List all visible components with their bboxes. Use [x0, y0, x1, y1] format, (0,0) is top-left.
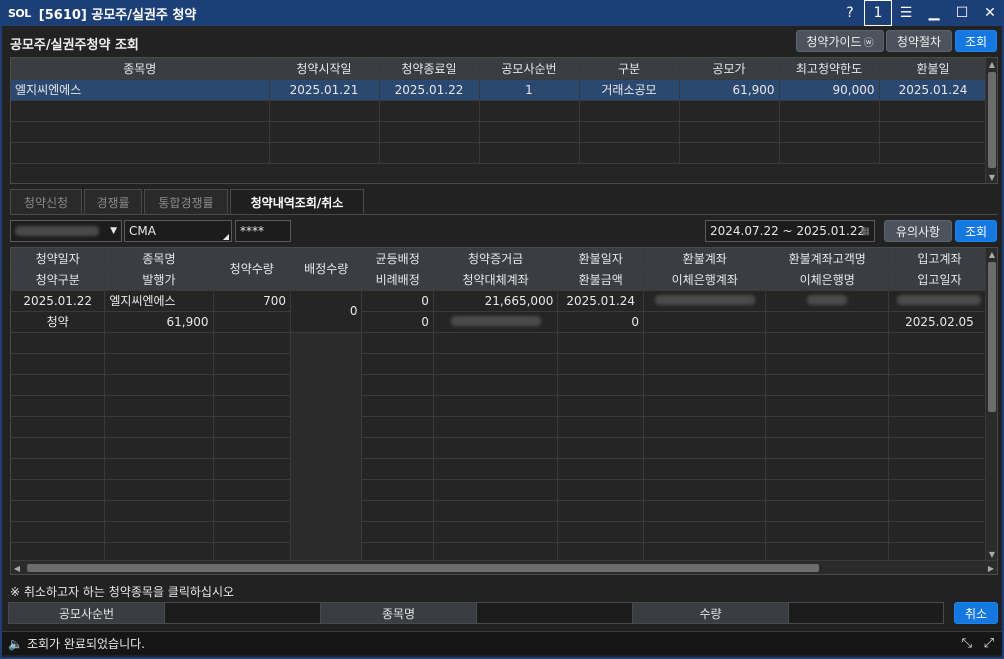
screen-one-icon: 1	[864, 0, 892, 26]
status-bar: 🔈 조회가 완료되었습니다. ⤡ ⤢	[2, 631, 1002, 655]
subscription-guide-button[interactable]: 청약가이드 ⓦ	[796, 30, 884, 52]
window-title: [5610] 공모주/실권주 청약	[38, 7, 197, 23]
table-row[interactable]	[11, 353, 992, 375]
resize-corner-icon: ◢	[222, 232, 229, 241]
table-row[interactable]	[11, 374, 992, 396]
scroll-thumb[interactable]	[988, 262, 996, 412]
maximize-button[interactable]: ☐	[948, 0, 976, 26]
info-circle-icon: ⓦ	[863, 37, 874, 49]
col-refund-date[interactable]: 환불일	[879, 58, 988, 80]
status-message: 조회가 완료되었습니다.	[26, 637, 145, 651]
masked-deposit-account	[888, 290, 992, 312]
table-row[interactable]	[11, 458, 992, 480]
scroll-right-icon[interactable]: ▶	[985, 562, 997, 574]
table-row[interactable]	[11, 416, 992, 438]
table-row[interactable]	[11, 121, 988, 143]
date-range-field[interactable]: 2024.07.22 ~ 2025.01.22 ▦	[705, 220, 875, 242]
subscription-history-grid: 청약일자 종목명 청약수량 배정수량 균등배정 청약증거금 환불일자 환불계좌 …	[10, 247, 998, 575]
calendar-icon[interactable]: ▦	[861, 226, 870, 237]
history-horizontal-scrollbar[interactable]: ◀ ▶	[11, 560, 997, 574]
table-row[interactable]	[11, 500, 992, 522]
col-price[interactable]: 공모가	[679, 58, 780, 80]
account-select[interactable]: ▼	[10, 220, 122, 242]
masked-transfer-account	[433, 311, 559, 333]
scroll-up-icon[interactable]: ▲	[986, 248, 997, 260]
table-row[interactable]: 엘지씨엔에스 2025.01.21 2025.01.22 1 거래소공모 61,…	[11, 79, 988, 101]
table-row[interactable]: 2025.01.22 엘지씨엔에스 700 0 0 21,665,000 202…	[11, 290, 992, 333]
expand-icon[interactable]: ⤢	[984, 636, 994, 651]
masked-account	[15, 226, 99, 236]
col-start-date[interactable]: 청약시작일	[269, 58, 380, 80]
notice-button[interactable]: 유의사항	[884, 220, 952, 242]
quantity-label: 수량	[633, 603, 789, 623]
main-frame: 공모주/실권주청약 조회 청약가이드 ⓦ 청약절차 조회 종목명 청약시작일 청약…	[0, 26, 1004, 659]
col-stock-name[interactable]: 종목명	[11, 58, 270, 80]
scroll-left-icon[interactable]: ◀	[11, 562, 23, 574]
tab-history-cancel[interactable]: 청약내역조회/취소	[230, 189, 364, 215]
speaker-icon: 🔈	[8, 636, 23, 651]
scroll-thumb[interactable]	[988, 72, 996, 168]
history-header-bottom: 청약구분 발행가 비례배정 청약대체계좌 환불금액 이체은행계좌 이체은행명 입…	[11, 269, 992, 291]
quantity-value[interactable]	[789, 603, 943, 623]
cancel-button[interactable]: 취소	[954, 602, 998, 624]
scroll-up-icon[interactable]: ▲	[986, 58, 997, 70]
col-end-date[interactable]: 청약종료일	[379, 58, 480, 80]
scroll-down-icon[interactable]: ▼	[986, 548, 997, 560]
stock-name-label: 종목명	[321, 603, 477, 623]
scroll-thumb[interactable]	[27, 564, 819, 572]
chevron-down-icon: ▼	[110, 226, 117, 236]
cancel-form: 공모사순번 종목명 수량	[8, 602, 944, 624]
subscription-process-button[interactable]: 청약절차	[886, 30, 952, 52]
single-screen-button[interactable]: 1	[864, 0, 892, 26]
app-logo: SOL	[8, 6, 31, 20]
tab-competition[interactable]: 경쟁률	[84, 189, 142, 215]
account-type-field[interactable]: CMA ◢	[124, 220, 232, 242]
table-row[interactable]	[11, 332, 992, 574]
table-row[interactable]	[11, 395, 992, 417]
ipo-list-header: 종목명 청약시작일 청약종료일 공모사순번 구분 공모가 최고청약한도 환불일	[11, 58, 988, 80]
masked-refund-account	[643, 290, 767, 312]
history-query-button[interactable]: 조회	[955, 220, 997, 242]
tab-subscribe[interactable]: 청약신청	[10, 189, 82, 215]
tab-divider	[10, 214, 998, 215]
col-seq[interactable]: 공모사순번	[479, 58, 580, 80]
masked-customer-name	[765, 290, 889, 312]
stock-name-value	[477, 603, 633, 623]
table-row[interactable]: 청약 61,900 0 0 2025.02.05	[11, 311, 992, 333]
ipo-list-grid: 종목명 청약시작일 청약종료일 공모사순번 구분 공모가 최고청약한도 환불일 …	[10, 57, 998, 184]
minimize-button[interactable]: ▁	[920, 0, 948, 26]
scroll-down-icon[interactable]: ▼	[986, 171, 997, 183]
table-row[interactable]	[11, 142, 988, 164]
table-row[interactable]	[11, 437, 992, 459]
table-row[interactable]	[11, 521, 992, 543]
history-header-top: 청약일자 종목명 청약수량 배정수량 균등배정 청약증거금 환불일자 환불계좌 …	[11, 248, 992, 291]
table-row[interactable]	[11, 479, 992, 501]
close-button[interactable]: ✕	[976, 0, 1004, 26]
col-type[interactable]: 구분	[579, 58, 680, 80]
shrink-icon[interactable]: ⤡	[962, 636, 972, 651]
help-button[interactable]: ?	[836, 0, 864, 26]
col-limit[interactable]: 최고청약한도	[779, 58, 880, 80]
top-vertical-scrollbar[interactable]: ▲ ▼	[985, 58, 997, 183]
table-row[interactable]	[11, 100, 988, 122]
tab-total-competition[interactable]: 통합경쟁률	[144, 189, 228, 215]
title-bar: SOL [5610] 공모주/실권주 청약 ? 1 ☰ ▁ ☐ ✕	[0, 0, 1004, 26]
seq-label: 공모사순번	[9, 603, 165, 623]
top-query-button[interactable]: 조회	[955, 30, 997, 52]
history-vertical-scrollbar[interactable]: ▲ ▼	[985, 248, 997, 560]
window-controls: ? 1 ☰ ▁ ☐ ✕	[836, 0, 1004, 26]
cancel-instruction: ※ 취소하고자 하는 청약종목을 클릭하십시오	[10, 585, 235, 599]
menu-icon[interactable]: ☰	[892, 0, 920, 26]
seq-value	[165, 603, 321, 623]
section-title: 공모주/실권주청약 조회	[10, 38, 139, 53]
password-field[interactable]: ****	[235, 220, 291, 242]
